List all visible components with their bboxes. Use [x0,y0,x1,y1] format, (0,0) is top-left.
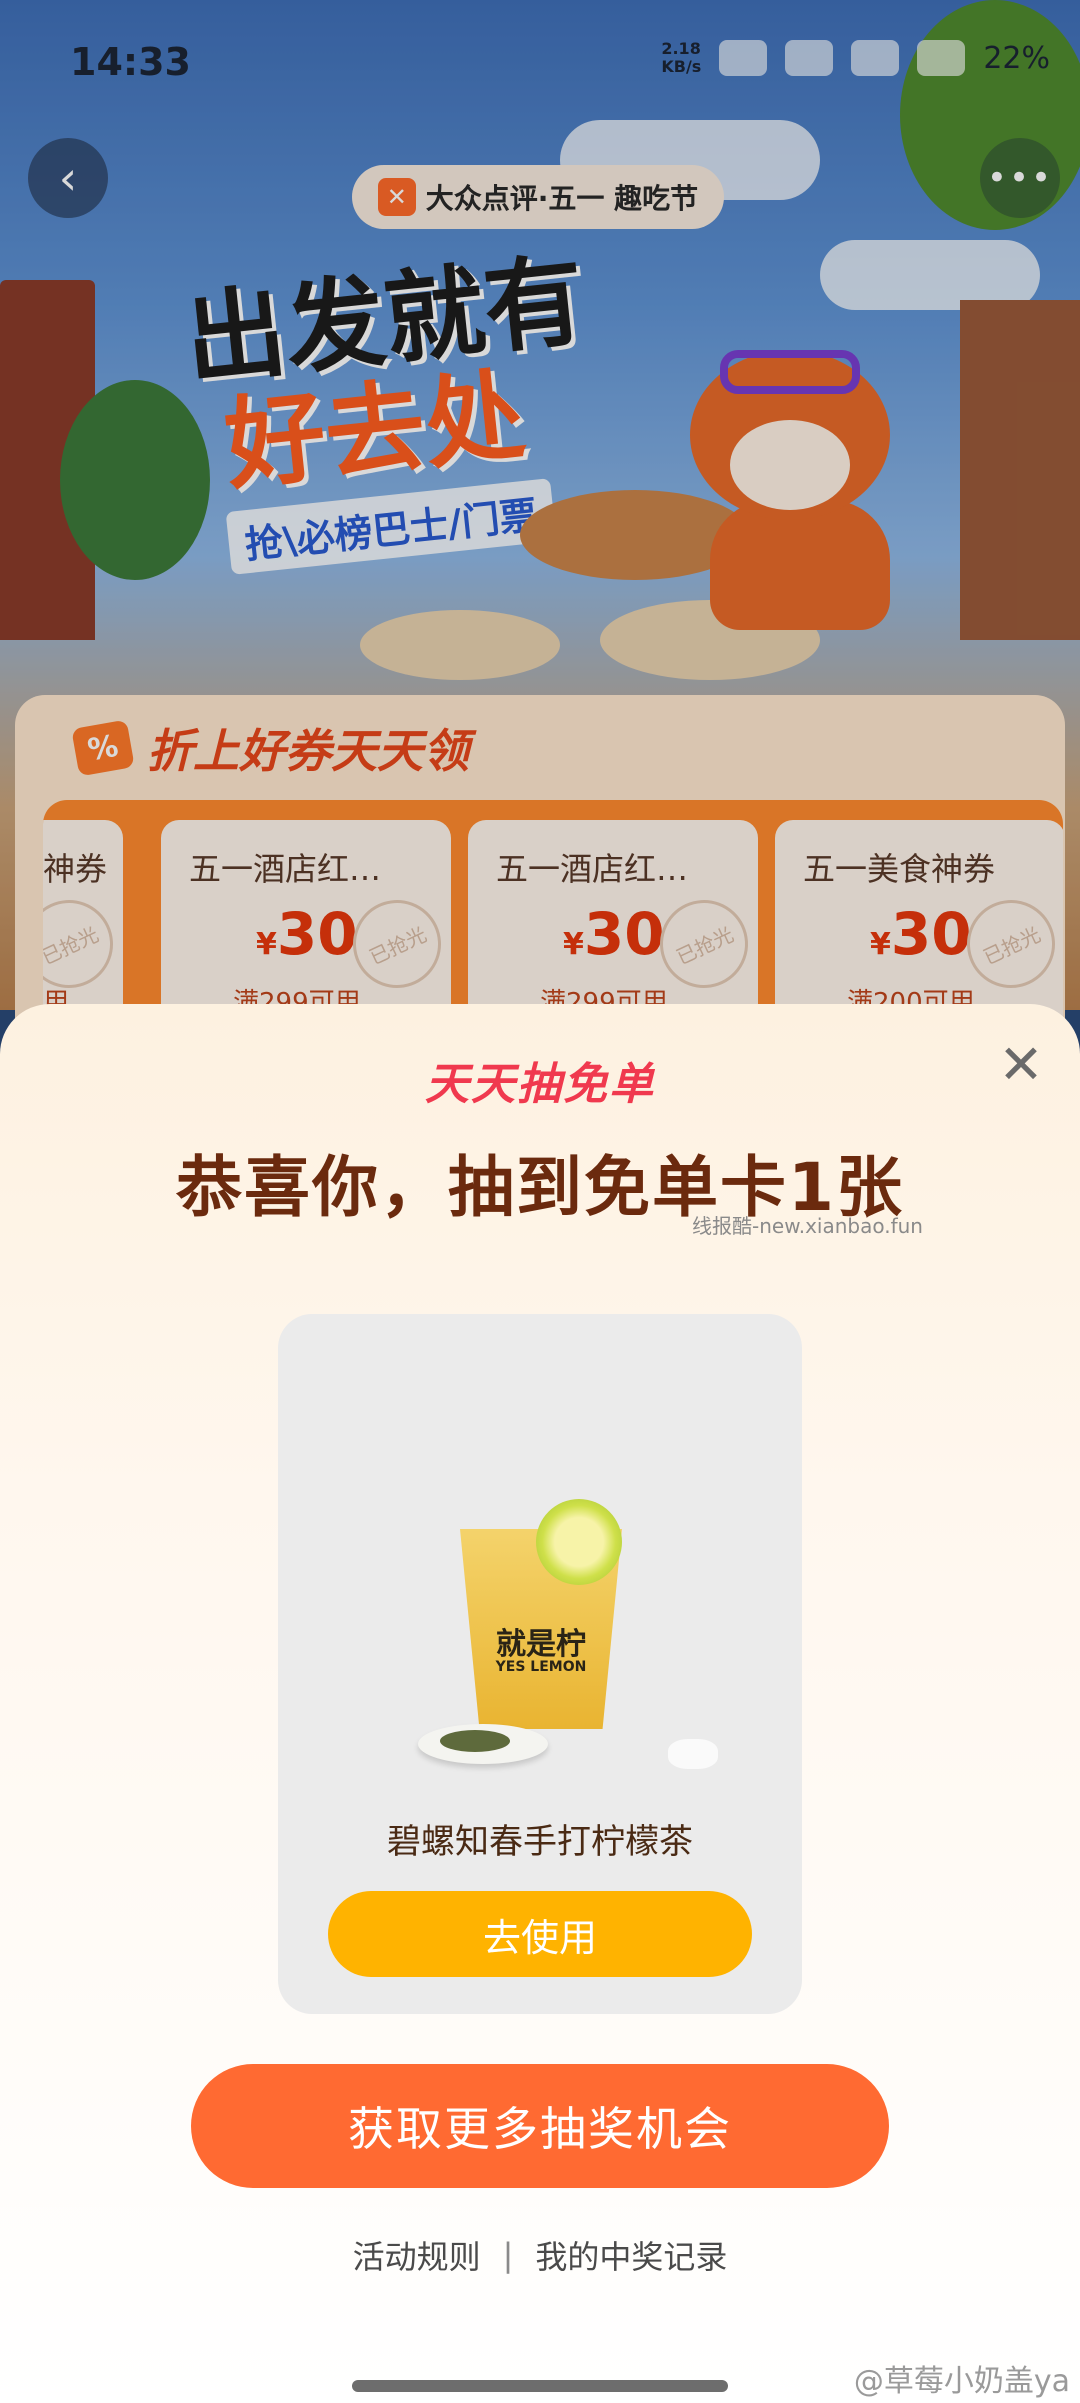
prize-name: 碧螺知春手打柠檬茶 [387,1822,693,1862]
watermark-text: 线报酷-new.xianbao.fun [692,1214,923,1238]
prize-card: 就是柠 YES LEMON 碧螺知春手打柠檬茶 去使用 [278,1314,802,2014]
ice-cube [668,1739,718,1769]
lemon-tea-image: 就是柠 YES LEMON [446,1499,636,1729]
get-more-chances-button[interactable]: 获取更多抽奖机会 [191,2064,889,2188]
winning-records-link[interactable]: 我的中奖记录 [535,2232,727,2278]
use-coupon-button[interactable]: 去使用 [328,1891,752,1977]
drink-brand-en: YES LEMON [495,1659,587,1675]
link-separator: | [502,2236,514,2274]
drink-brand-cn: 就是柠 [496,1627,586,1662]
rules-link[interactable]: 活动规则 [353,2232,481,2278]
lottery-result-sheet: ✕ 天天抽免单 恭喜你，抽到免单卡1张 线报酷-new.xianbao.fun … [0,1004,1080,2403]
event-logo: 天天抽免单 [425,1059,655,1110]
weibo-watermark: @草莓小奶盖ya [853,2364,1070,2399]
footer-links: 活动规则 | 我的中奖记录 [0,2232,1080,2278]
tea-leaf-dish [418,1724,548,1764]
home-indicator[interactable] [352,2380,728,2392]
